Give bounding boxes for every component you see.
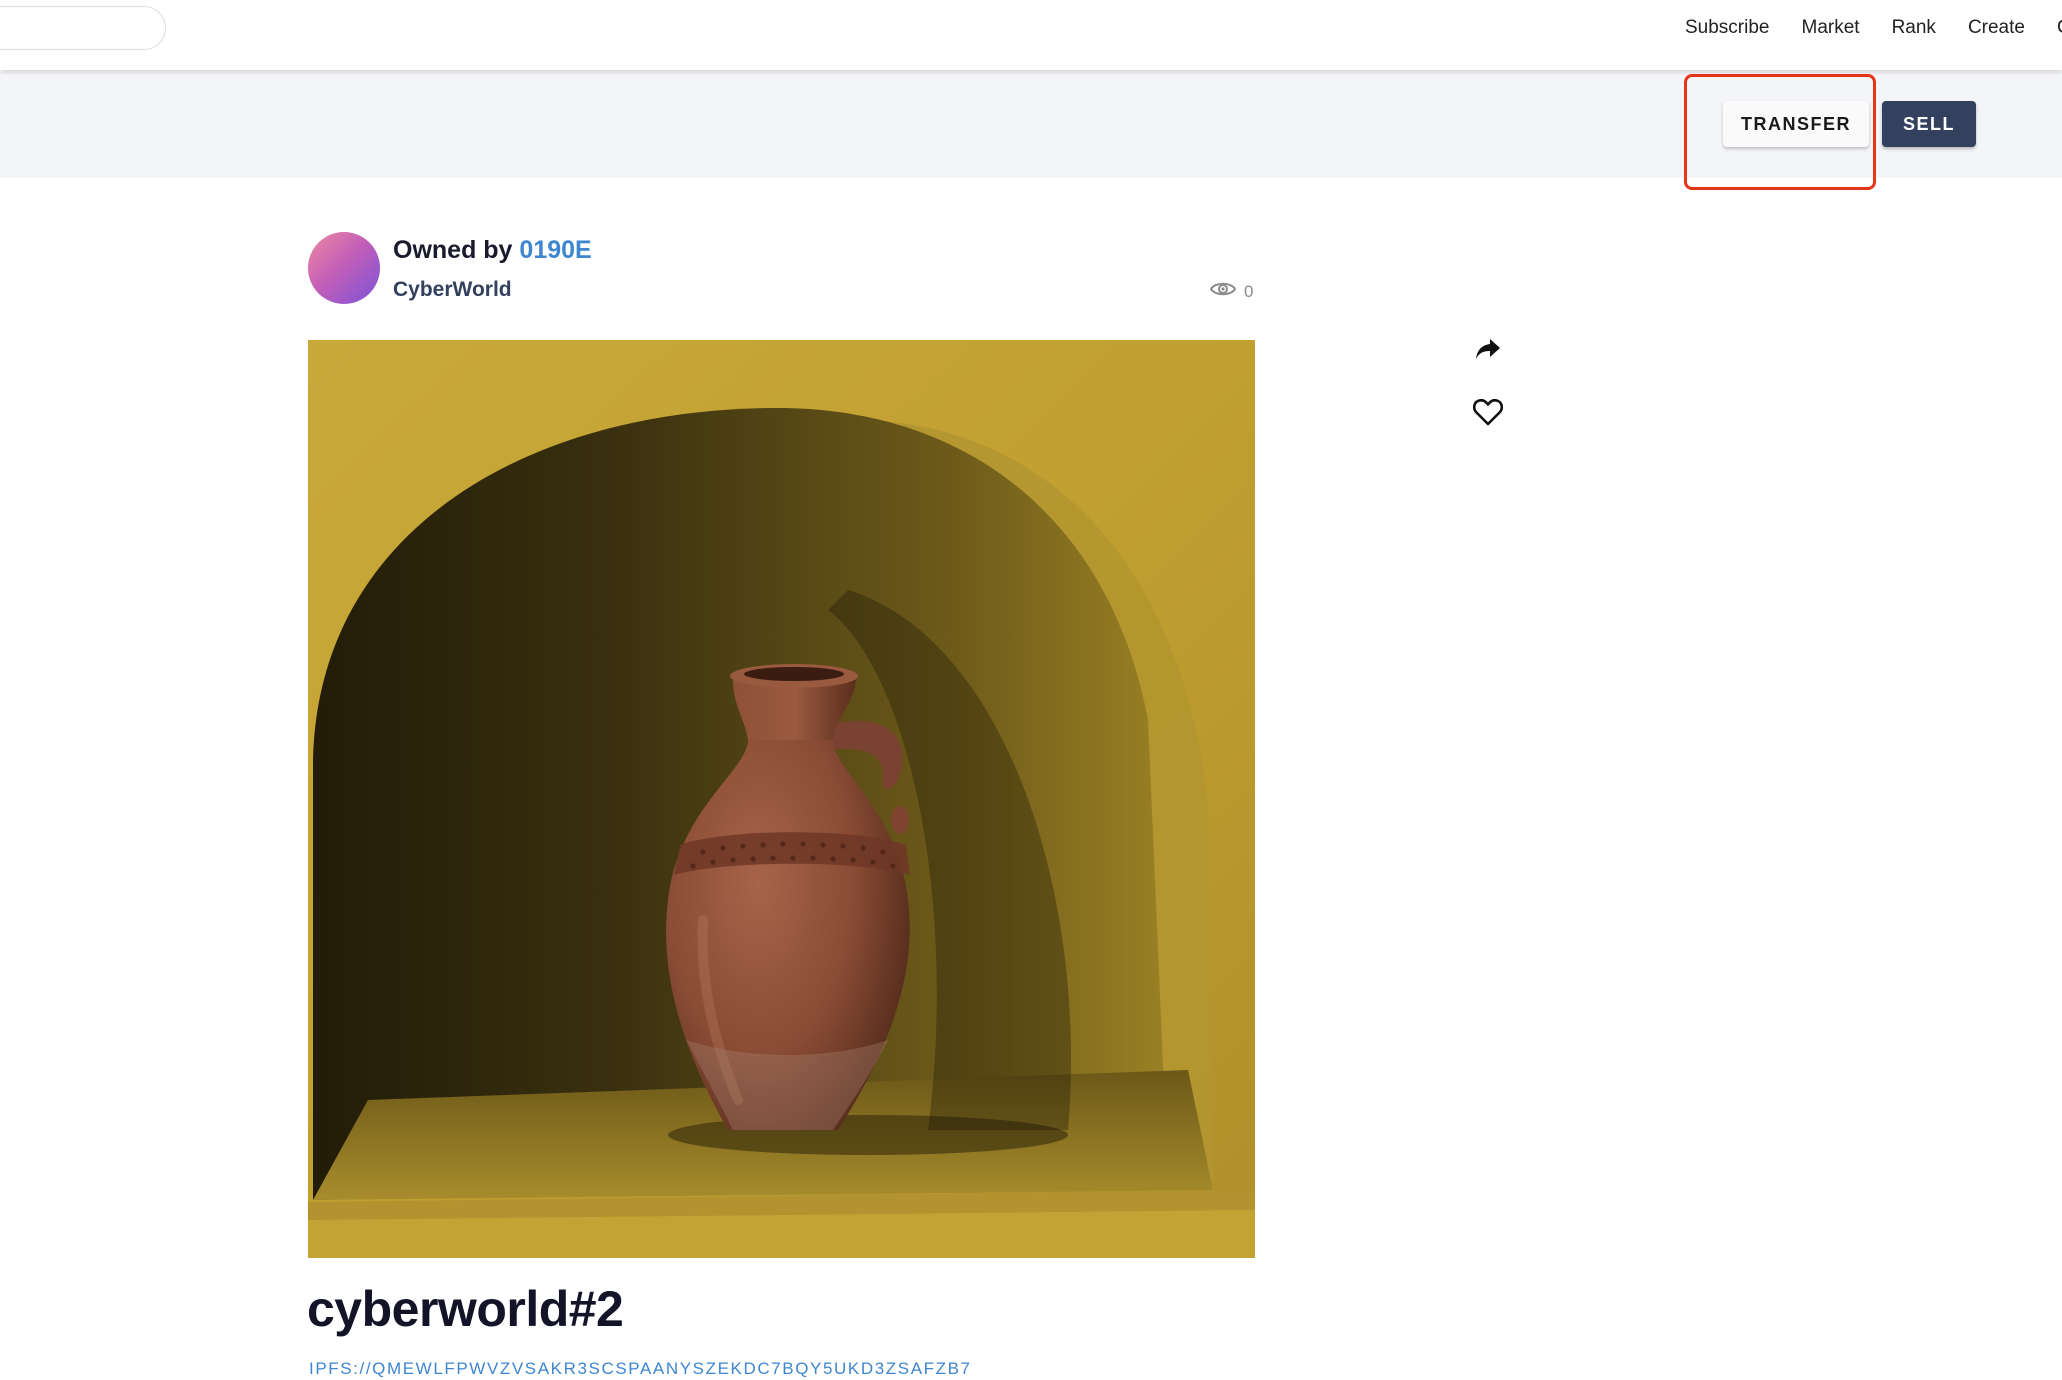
nav-item-truncated[interactable]: C <box>2057 17 2062 39</box>
eye-icon <box>1209 280 1237 303</box>
view-count-value: 0 <box>1244 281 1254 301</box>
owned-by-line: Owned by 0190E <box>393 236 592 265</box>
owner-id-link[interactable]: 0190E <box>519 236 591 264</box>
ipfs-link[interactable]: IPFS://QMEWLFPWVZVSAKR3SCSPAANYSZEKDC7BQ… <box>309 1359 972 1379</box>
view-count: 0 <box>1209 280 1254 303</box>
nav-item-subscribe[interactable]: Subscribe <box>1685 17 1770 39</box>
nav-item-create[interactable]: Create <box>1968 17 2025 39</box>
sell-button[interactable]: SELL <box>1882 101 1976 147</box>
collection-link[interactable]: CyberWorld <box>393 278 512 302</box>
transfer-button[interactable]: TRANSFER <box>1723 101 1869 147</box>
owner-avatar[interactable] <box>308 232 380 304</box>
share-icon[interactable] <box>1472 333 1504 365</box>
heart-icon[interactable] <box>1472 396 1504 428</box>
search-input[interactable] <box>0 6 166 50</box>
nav-item-market[interactable]: Market <box>1802 17 1860 39</box>
nft-title: cyberworld#2 <box>307 1281 624 1337</box>
nav-item-rank[interactable]: Rank <box>1892 17 1936 39</box>
nft-artwork-image <box>308 340 1255 1258</box>
main-nav: Subscribe Market Rank Create C <box>1685 17 2062 39</box>
top-navbar: Subscribe Market Rank Create C <box>0 0 2062 70</box>
owned-by-label: Owned by <box>393 236 513 264</box>
